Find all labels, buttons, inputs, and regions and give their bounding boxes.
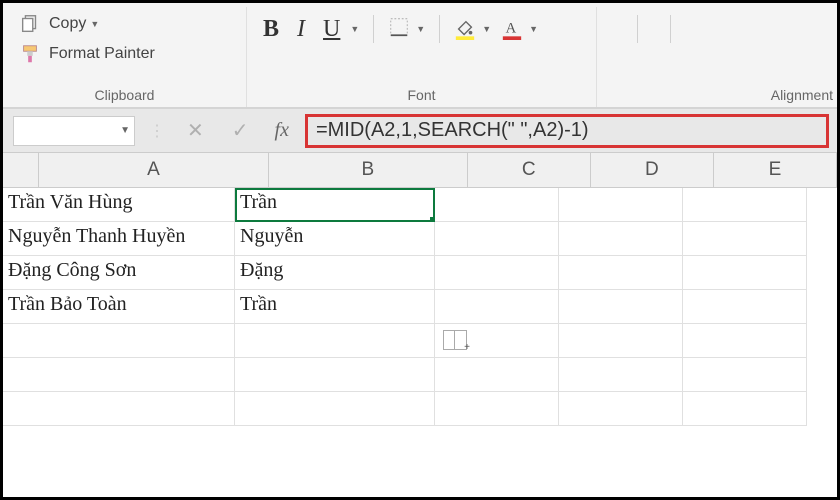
cell[interactable] [3, 358, 235, 392]
cell[interactable]: Trần [235, 290, 435, 324]
cell[interactable]: Trần Văn Hùng [3, 188, 235, 222]
fill-color-icon [454, 18, 476, 40]
cell-selected[interactable]: Trần [235, 188, 435, 222]
separator: ⋮ [149, 121, 165, 141]
clipboard-group-label: Clipboard [3, 83, 247, 107]
cell[interactable] [435, 256, 559, 290]
ribbon: Copy ▼ Format Painter B I U ▼ ▼ [3, 3, 837, 109]
cell[interactable]: Đặng [235, 256, 435, 290]
font-color-button[interactable]: A [501, 18, 523, 40]
name-box[interactable]: ▼ [13, 116, 135, 146]
name-box-dropdown-icon[interactable]: ▼ [120, 125, 130, 136]
copy-dropdown-icon[interactable]: ▼ [90, 19, 99, 29]
format-painter-label: Format Painter [49, 45, 155, 63]
cell[interactable] [435, 222, 559, 256]
format-painter-button[interactable]: Format Painter [15, 41, 234, 67]
formula-text: =MID(A2,1,SEARCH(" ",A2)-1) [316, 119, 589, 142]
border-icon [388, 16, 410, 38]
border-button[interactable] [388, 16, 410, 43]
cell[interactable]: Trần Bảo Toàn [3, 290, 235, 324]
format-painter-icon [19, 43, 41, 65]
font-group-label: Font [247, 83, 597, 107]
plus-icon: + [464, 342, 470, 353]
svg-text:A: A [506, 21, 517, 37]
cell[interactable] [559, 222, 683, 256]
separator [637, 15, 638, 43]
formula-bar: ▼ ⋮ ✕ ✓ fx =MID(A2,1,SEARCH(" ",A2)-1) [3, 109, 837, 153]
cell[interactable] [683, 256, 807, 290]
cell[interactable] [683, 392, 807, 426]
cell[interactable] [3, 392, 235, 426]
cell[interactable] [559, 256, 683, 290]
cell[interactable] [435, 392, 559, 426]
formula-input[interactable]: =MID(A2,1,SEARCH(" ",A2)-1) [305, 114, 829, 148]
copy-icon [19, 13, 41, 35]
cell[interactable] [683, 358, 807, 392]
select-all-corner[interactable] [3, 153, 39, 187]
underline-button[interactable]: U [319, 16, 344, 43]
cell[interactable]: Đặng Công Sơn [3, 256, 235, 290]
column-headers: A B C D E [3, 153, 837, 188]
column-header-d[interactable]: D [591, 153, 714, 187]
font-color-icon: A [501, 18, 523, 40]
enter-formula-button[interactable]: ✓ [218, 118, 263, 143]
fill-dropdown-icon[interactable]: ▼ [482, 24, 491, 34]
cell[interactable] [559, 290, 683, 324]
cell[interactable] [3, 324, 235, 358]
cell[interactable] [559, 188, 683, 222]
cell[interactable] [683, 324, 807, 358]
copy-button[interactable]: Copy ▼ [15, 11, 234, 37]
cell[interactable] [559, 358, 683, 392]
column-header-b[interactable]: B [269, 153, 468, 187]
cell[interactable] [683, 188, 807, 222]
cancel-formula-button[interactable]: ✕ [173, 118, 218, 143]
italic-button[interactable]: I [293, 16, 309, 43]
autofill-options-button[interactable]: + [443, 330, 467, 350]
bold-button[interactable]: B [259, 16, 283, 43]
cell[interactable] [683, 222, 807, 256]
underline-dropdown-icon[interactable]: ▼ [350, 24, 359, 34]
separator [439, 15, 440, 43]
column-header-c[interactable]: C [468, 153, 591, 187]
border-dropdown-icon[interactable]: ▼ [416, 24, 425, 34]
cell[interactable] [235, 392, 435, 426]
cell[interactable]: Nguyễn Thanh Huyền [3, 222, 235, 256]
cell[interactable] [235, 324, 435, 358]
column-header-a[interactable]: A [39, 153, 269, 187]
alignment-group-label: Alignment [597, 83, 837, 107]
cell[interactable] [559, 392, 683, 426]
cell[interactable] [235, 358, 435, 392]
cell[interactable] [435, 358, 559, 392]
spreadsheet-grid: Trần Văn Hùng Trần Nguyễn Thanh Huyền Ng… [3, 188, 837, 426]
separator [373, 15, 374, 43]
insert-function-button[interactable]: fx [263, 119, 301, 142]
font-group: B I U ▼ ▼ ▼ A ▼ [247, 7, 597, 83]
fill-color-button[interactable] [454, 18, 476, 40]
cell[interactable] [435, 290, 559, 324]
cell[interactable] [683, 290, 807, 324]
column-header-e[interactable]: E [714, 153, 837, 187]
clipboard-group: Copy ▼ Format Painter [3, 7, 247, 83]
font-color-dropdown-icon[interactable]: ▼ [529, 24, 538, 34]
copy-label: Copy [49, 15, 86, 33]
cell[interactable] [435, 188, 559, 222]
separator [670, 15, 671, 43]
cell[interactable] [559, 324, 683, 358]
cell[interactable]: Nguyễn [235, 222, 435, 256]
alignment-group [597, 7, 837, 83]
